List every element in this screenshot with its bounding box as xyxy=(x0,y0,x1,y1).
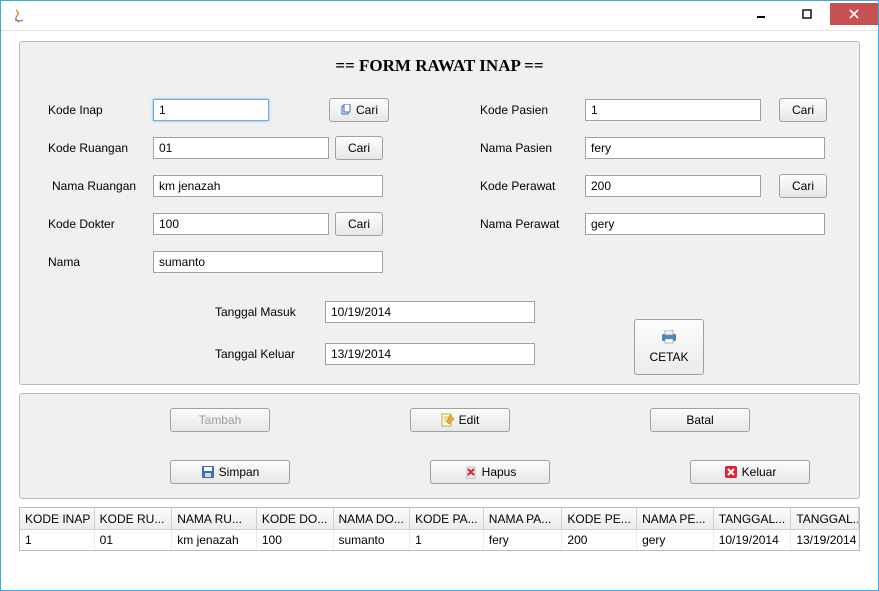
kode-inap-label: Kode Inap xyxy=(48,103,153,117)
nama-perawat-label: Nama Perawat xyxy=(480,217,585,231)
cari-kode-ruangan-button[interactable]: Cari xyxy=(335,136,383,160)
copy-icon xyxy=(340,104,352,116)
form-panel: == FORM RAWAT INAP == Kode Inap Cari Kod… xyxy=(19,41,860,385)
table-header-cell[interactable]: NAMA RU... xyxy=(172,508,257,530)
cari-kode-perawat-button[interactable]: Cari xyxy=(779,174,827,198)
batal-button[interactable]: Batal xyxy=(650,408,750,432)
app-window: == FORM RAWAT INAP == Kode Inap Cari Kod… xyxy=(0,0,879,591)
table-cell: 1 xyxy=(410,530,484,550)
java-icon xyxy=(11,8,27,24)
close-button[interactable] xyxy=(830,3,878,25)
titlebar xyxy=(1,1,878,31)
kode-pasien-input[interactable] xyxy=(585,99,761,121)
cari-kode-inap-button[interactable]: Cari xyxy=(329,98,389,122)
simpan-button[interactable]: Simpan xyxy=(170,460,290,484)
table-header-cell[interactable]: KODE PA... xyxy=(410,508,484,530)
table-cell: km jenazah xyxy=(172,530,257,550)
table-header-cell[interactable]: NAMA PA... xyxy=(484,508,563,530)
table-cell: 01 xyxy=(95,530,173,550)
table-cell: 13/19/2014 xyxy=(791,530,859,550)
kode-pasien-label: Kode Pasien xyxy=(480,103,585,117)
data-table[interactable]: KODE INAPKODE RU...NAMA RU...KODE DO...N… xyxy=(19,507,860,551)
nama-ruangan-input[interactable] xyxy=(153,175,383,197)
nama-pasien-label: Nama Pasien xyxy=(480,141,585,155)
tambah-button[interactable]: Tambah xyxy=(170,408,270,432)
cetak-button[interactable]: CETAK xyxy=(634,319,704,375)
printer-icon xyxy=(660,330,678,344)
table-cell: 200 xyxy=(562,530,637,550)
kode-dokter-input[interactable] xyxy=(153,213,329,235)
nama-perawat-input[interactable] xyxy=(585,213,825,235)
form-title: == FORM RAWAT INAP == xyxy=(20,56,859,76)
table-cell: 100 xyxy=(257,530,334,550)
cari-label: Cari xyxy=(356,103,378,117)
maximize-button[interactable] xyxy=(784,3,830,25)
button-panel: Tambah Edit Batal Simpan Hapus xyxy=(19,393,860,499)
kode-dokter-label: Kode Dokter xyxy=(48,217,153,231)
cari-kode-dokter-button[interactable]: Cari xyxy=(335,212,383,236)
table-header-cell[interactable]: NAMA DO... xyxy=(334,508,411,530)
keluar-button[interactable]: Keluar xyxy=(690,460,810,484)
table-cell: 10/19/2014 xyxy=(714,530,792,550)
window-buttons xyxy=(738,3,878,25)
table-header-cell[interactable]: NAMA PE... xyxy=(637,508,714,530)
table-row[interactable]: 101km jenazah100sumanto1fery200gery10/19… xyxy=(20,530,859,550)
tanggal-keluar-input[interactable] xyxy=(325,343,535,365)
table-cell: 1 xyxy=(20,530,95,550)
save-icon xyxy=(201,465,215,479)
nama-pasien-input[interactable] xyxy=(585,137,825,159)
edit-icon xyxy=(441,413,455,427)
tanggal-masuk-label: Tanggal Masuk xyxy=(215,305,325,319)
table-cell: gery xyxy=(637,530,714,550)
cetak-label: CETAK xyxy=(649,350,688,364)
table-cell: sumanto xyxy=(334,530,411,550)
table-header-cell[interactable]: KODE DO... xyxy=(257,508,334,530)
kode-perawat-label: Kode Perawat xyxy=(480,179,585,193)
table-header-cell[interactable]: KODE INAP xyxy=(20,508,95,530)
table-header-cell[interactable]: TANGGAL... xyxy=(791,508,859,530)
table-header-cell[interactable]: KODE PE... xyxy=(562,508,637,530)
nama-ruangan-label: Nama Ruangan xyxy=(52,179,153,193)
tanggal-keluar-label: Tanggal Keluar xyxy=(215,347,325,361)
hapus-button[interactable]: Hapus xyxy=(430,460,550,484)
cari-kode-pasien-button[interactable]: Cari xyxy=(779,98,827,122)
kode-inap-input[interactable] xyxy=(153,99,269,121)
nama-dokter-input[interactable] xyxy=(153,251,383,273)
nama-dokter-label: Nama xyxy=(48,255,153,269)
kode-ruangan-input[interactable] xyxy=(153,137,329,159)
delete-icon xyxy=(464,465,478,479)
minimize-button[interactable] xyxy=(738,3,784,25)
kode-perawat-input[interactable] xyxy=(585,175,761,197)
table-header-cell[interactable]: KODE RU... xyxy=(95,508,173,530)
kode-ruangan-label: Kode Ruangan xyxy=(48,141,153,155)
edit-button[interactable]: Edit xyxy=(410,408,510,432)
table-cell: fery xyxy=(484,530,563,550)
exit-icon xyxy=(724,465,738,479)
table-header-cell[interactable]: TANGGAL... xyxy=(714,508,792,530)
table-header: KODE INAPKODE RU...NAMA RU...KODE DO...N… xyxy=(20,508,859,530)
tanggal-masuk-input[interactable] xyxy=(325,301,535,323)
